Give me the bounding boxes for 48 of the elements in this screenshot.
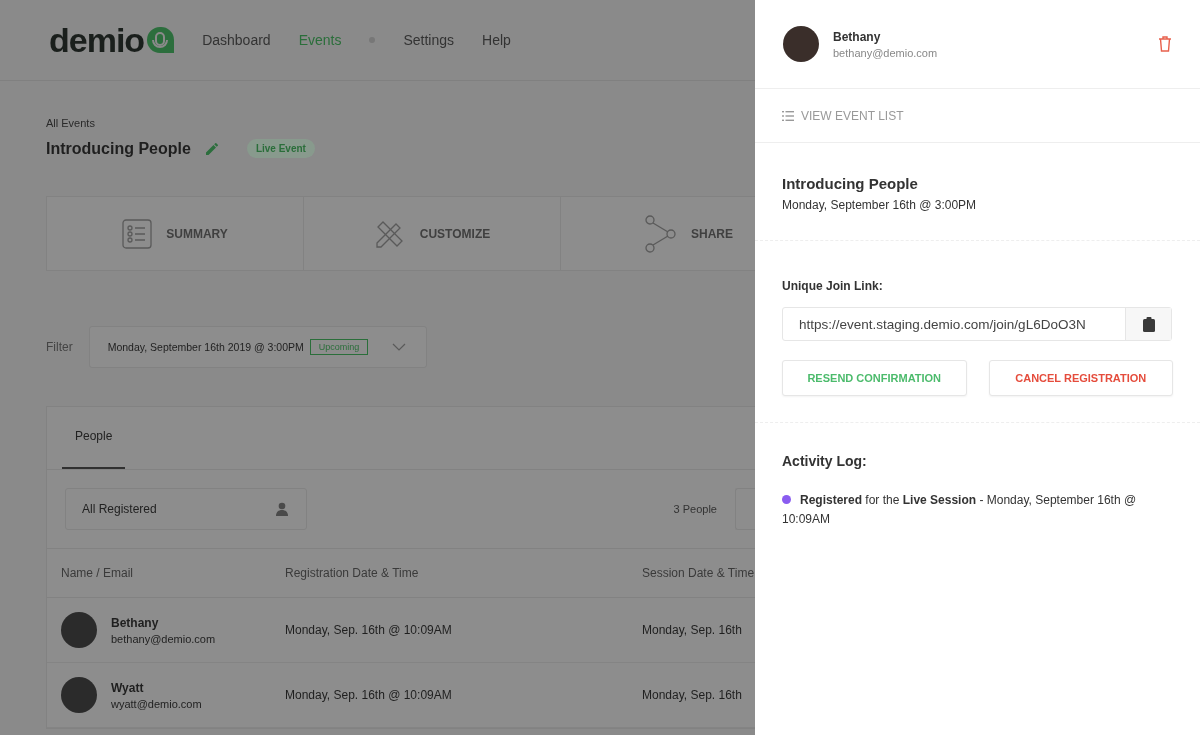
pencil-icon[interactable] xyxy=(204,141,219,156)
activity-log-title: Activity Log: xyxy=(782,453,868,469)
table-cell: Monday, Sep. 16th xyxy=(642,623,742,637)
people-tab[interactable]: People xyxy=(62,407,126,469)
share-icon xyxy=(645,214,677,253)
activity-entry: Registered for the Live Session - Monday, September 16th @ 10:09AM xyxy=(782,492,1138,528)
logo-text: demio xyxy=(49,20,145,60)
cancel-registration-button[interactable]: CANCEL REGISTRATION xyxy=(988,360,1173,396)
breadcrumb[interactable]: All Events xyxy=(46,117,755,129)
person-name: Bethany xyxy=(111,615,160,630)
attendee-name: Bethany xyxy=(833,29,882,44)
view-event-list-link[interactable]: VIEW EVENT LIST xyxy=(755,89,1200,143)
person-email: wyatt@demio.com xyxy=(111,697,202,710)
event-title: Introducing People xyxy=(782,175,919,192)
filter-label: Filter xyxy=(46,340,73,354)
microphone-icon xyxy=(146,26,177,54)
attendee-email: bethany@demio.com xyxy=(833,46,938,59)
event-dropdown[interactable]: Monday, September 16th 2019 @ 3:00PM Upcoming xyxy=(88,326,428,368)
chevron-down-icon xyxy=(392,343,407,351)
person-name: Wyatt xyxy=(111,680,145,695)
checklist-icon xyxy=(122,218,153,249)
column-header: Registration Date & Time xyxy=(285,566,420,580)
avatar xyxy=(783,26,819,62)
segment-dropdown[interactable]: All Registered xyxy=(65,488,307,530)
upcoming-tag: Upcoming xyxy=(309,339,369,355)
join-link-field[interactable]: https://event.staging.demio.com/join/gL6DoO3N xyxy=(782,307,1172,341)
nav-link[interactable]: Settings xyxy=(403,32,455,48)
avatar xyxy=(61,612,97,648)
trash-icon[interactable] xyxy=(1158,36,1172,52)
resend-confirmation-button[interactable]: RESEND CONFIRMATION xyxy=(782,360,967,396)
avatar xyxy=(61,677,97,713)
table-cell-text: Monday, Sep. 16th @ 10:09AM xyxy=(285,623,453,637)
column-header: Session Date & Time xyxy=(642,566,755,580)
nav-link[interactable]: Dashboard xyxy=(202,32,271,48)
list-icon xyxy=(782,110,794,121)
column-header: Name / Email xyxy=(61,566,135,580)
live-event-badge: Live Event xyxy=(246,139,315,158)
event-date: Monday, September 16th @ 3:00PM xyxy=(782,198,978,212)
nav-link[interactable]: Help xyxy=(482,32,511,48)
people-count: 3 People xyxy=(673,503,717,515)
copy-button[interactable] xyxy=(1125,308,1171,340)
event-title: Introducing People xyxy=(46,139,191,158)
clipboard-icon xyxy=(1142,316,1155,332)
table-cell-text: Monday, Sep. 16th @ 10:09AM xyxy=(285,688,453,702)
join-link-label: Unique Join Link: xyxy=(782,279,884,293)
person-icon xyxy=(276,502,288,516)
table-cell: Monday, Sep. 16th xyxy=(642,688,742,702)
person-email: bethany@demio.com xyxy=(111,632,216,645)
